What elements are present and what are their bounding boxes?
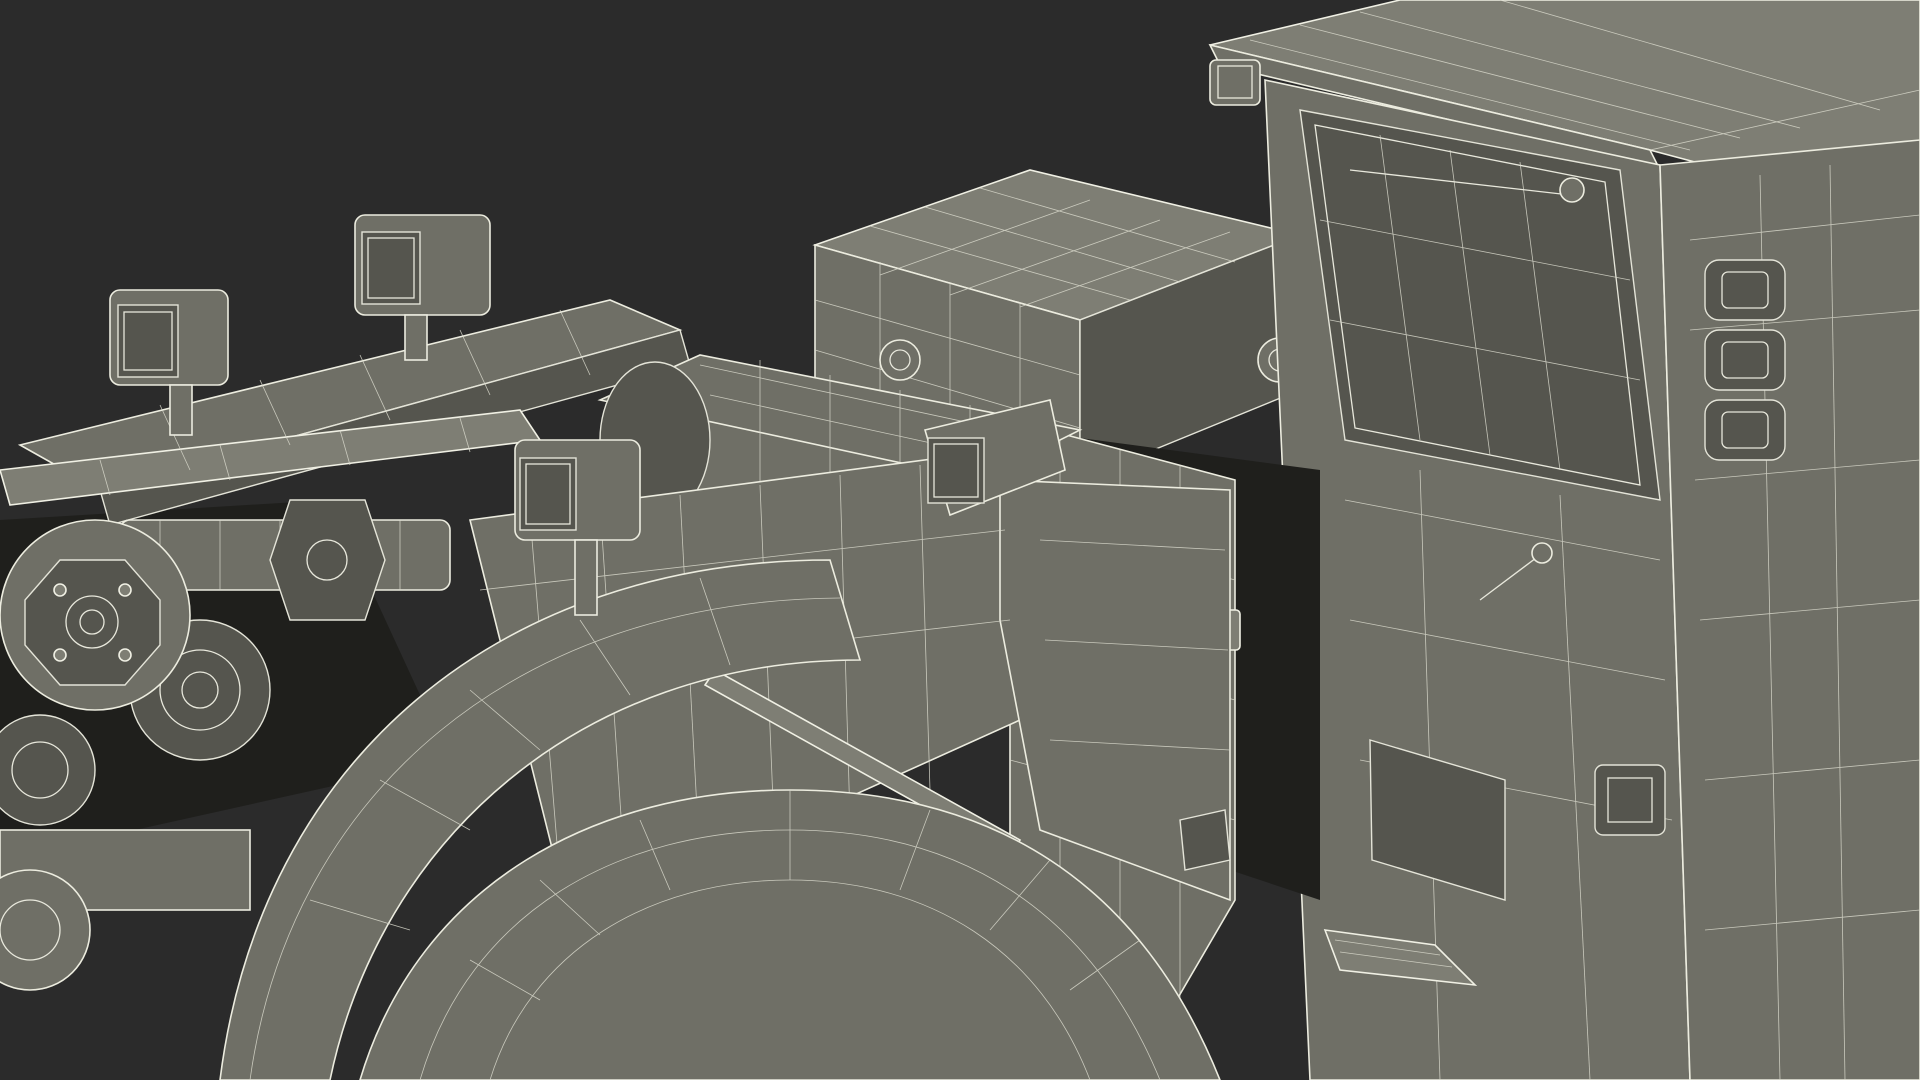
work-light-5 bbox=[1209, 59, 1261, 106]
left-wheel-hub bbox=[0, 519, 191, 711]
wireframe-render-scene bbox=[0, 0, 1920, 1080]
